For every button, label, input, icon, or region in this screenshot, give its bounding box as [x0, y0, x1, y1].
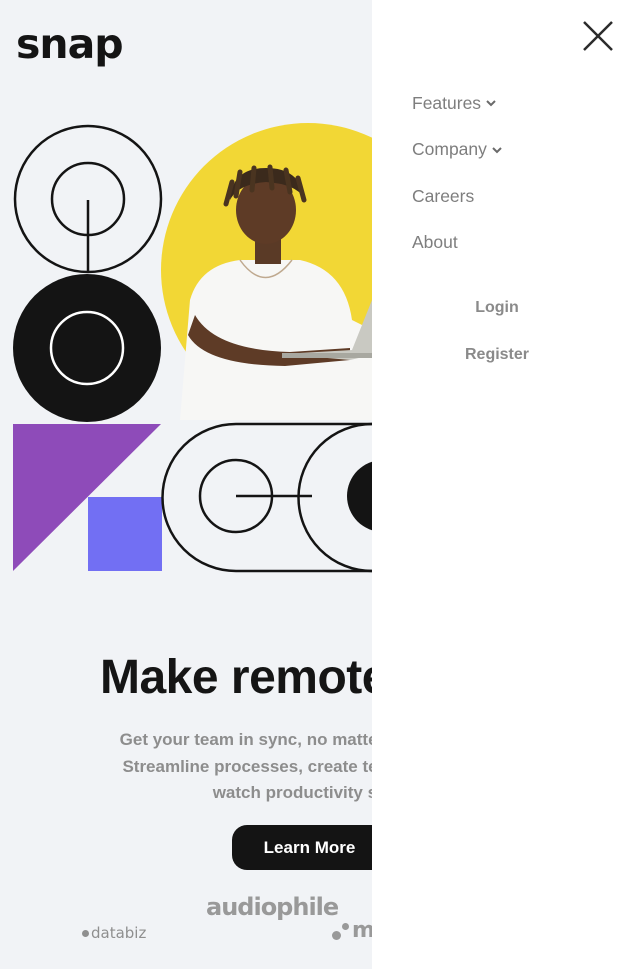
- nav-item-careers[interactable]: Careers: [412, 173, 503, 220]
- nav-item-label: Careers: [412, 185, 475, 206]
- hero-illustration: [13, 123, 372, 573]
- client-logo-databiz: databiz: [82, 924, 146, 942]
- nav-item-features[interactable]: Features: [412, 80, 503, 127]
- nav-menu: Features Company Careers About: [412, 80, 503, 266]
- client-logo-audiophile: audiophile: [206, 893, 339, 921]
- nav-item-label: About: [412, 232, 458, 253]
- nav-item-label: Company: [412, 139, 487, 160]
- nav-item-about[interactable]: About: [412, 220, 503, 267]
- chevron-down-icon: [486, 100, 496, 107]
- blue-square-shape: [88, 497, 162, 571]
- register-button[interactable]: Register: [372, 345, 622, 365]
- chevron-down-icon: [492, 147, 502, 154]
- close-menu-button[interactable]: [578, 16, 618, 56]
- close-icon: [583, 21, 613, 51]
- nav-drawer: Features Company Careers About Login Reg…: [372, 0, 622, 969]
- pill-black-disc-shape: [347, 461, 372, 531]
- meet-dots-icon: [332, 921, 352, 941]
- nav-item-company[interactable]: Company: [412, 127, 503, 174]
- login-button[interactable]: Login: [372, 298, 622, 318]
- nav-item-label: Features: [412, 92, 482, 113]
- learn-more-button[interactable]: Learn More: [232, 825, 387, 870]
- brand-logo[interactable]: snap: [16, 18, 124, 70]
- black-disc-shape: [13, 274, 161, 422]
- databiz-dot-icon: [82, 930, 89, 937]
